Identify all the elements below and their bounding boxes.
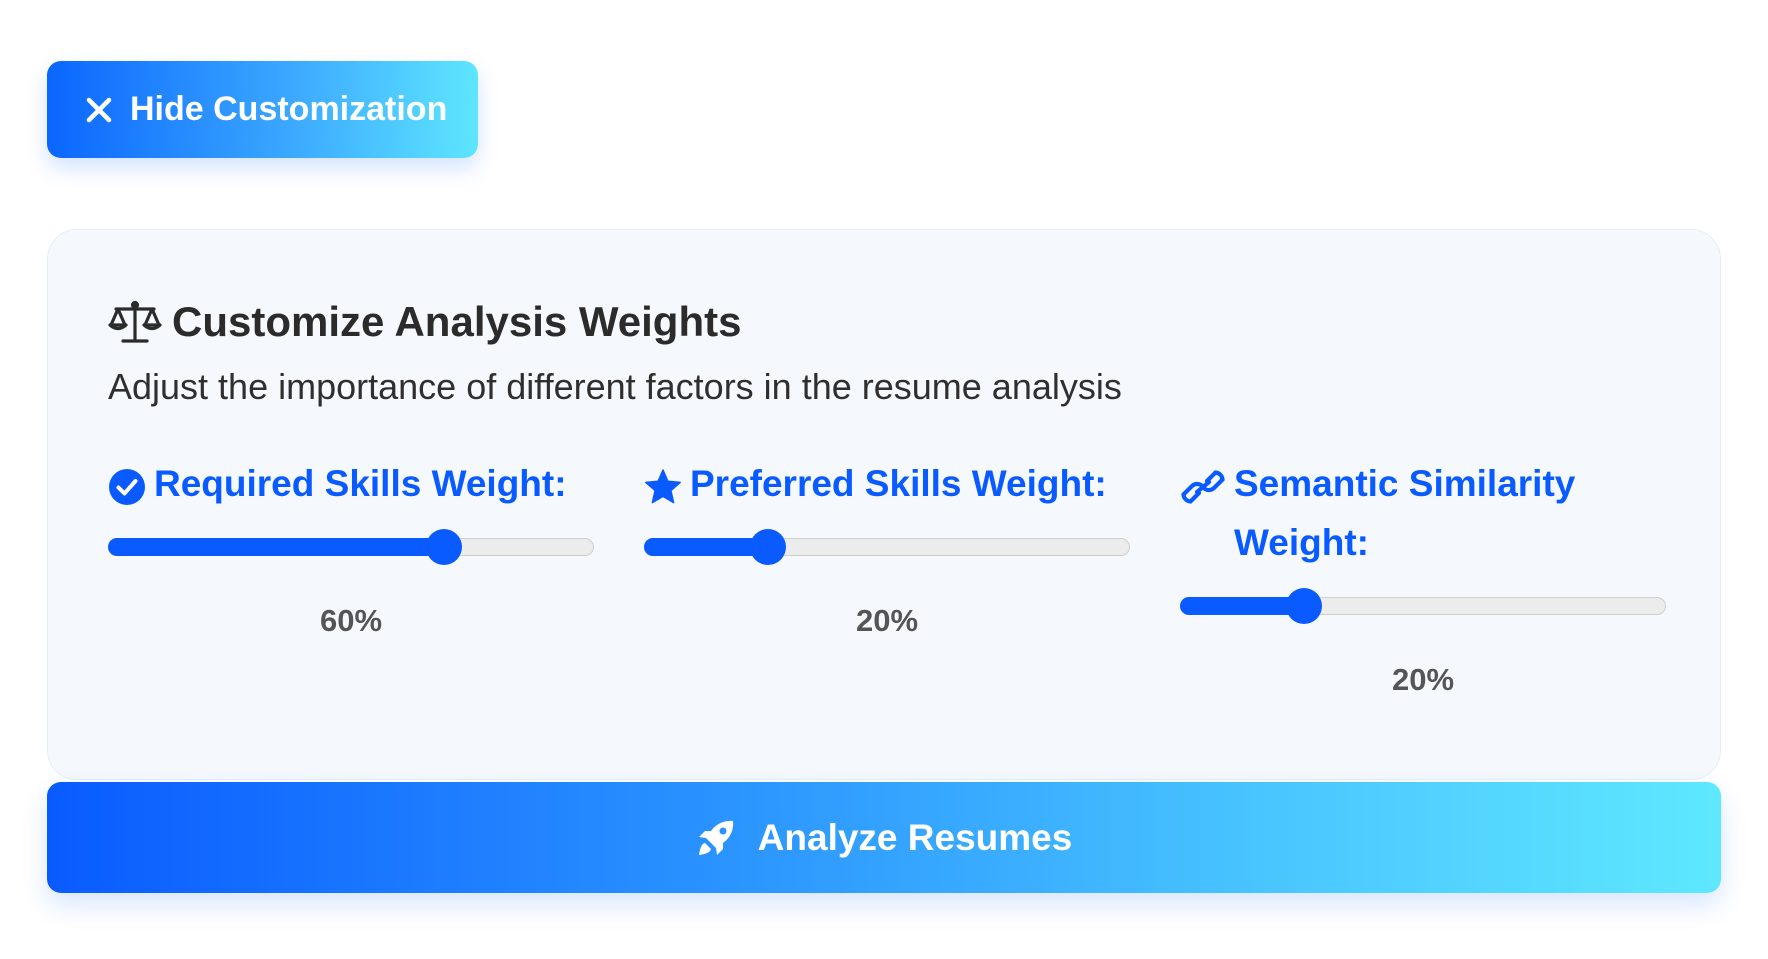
- slider-thumb[interactable]: [425, 529, 462, 565]
- slider-thumb[interactable]: [1285, 588, 1322, 624]
- analyze-resumes-button[interactable]: Analyze Resumes: [47, 782, 1721, 893]
- required-skills-slider[interactable]: [108, 529, 594, 565]
- semantic-similarity-weight: Semantic Similarity Weight: 20%: [1180, 454, 1666, 698]
- preferred-skills-value: 20%: [855, 603, 919, 638]
- preferred-skills-weight: Preferred Skills Weight: 20%: [644, 454, 1130, 639]
- hide-customization-button[interactable]: Hide Customization: [47, 61, 478, 158]
- check-circle-icon: [108, 464, 146, 505]
- hide-customization-label: Hide Customization: [130, 90, 448, 128]
- required-skills-weight: Required Skills Weight: 60%: [108, 454, 594, 639]
- panel-title: Customize Analysis Weights: [108, 298, 741, 346]
- preferred-skills-slider[interactable]: [644, 529, 1130, 565]
- panel-description: Adjust the importance of different facto…: [108, 366, 1122, 407]
- customization-panel: Customize Analysis Weights Adjust the im…: [47, 229, 1721, 780]
- slider-fill: [108, 538, 444, 556]
- semantic-similarity-label-text: Semantic Similarity Weight:: [1234, 463, 1576, 563]
- analyze-resumes-label: Analyze Resumes: [757, 816, 1073, 858]
- required-skills-value: 60%: [319, 603, 383, 638]
- semantic-similarity-label: Semantic Similarity Weight:: [1180, 454, 1666, 572]
- semantic-similarity-slider[interactable]: [1180, 588, 1666, 624]
- required-skills-label-text: Required Skills Weight:: [154, 463, 567, 504]
- scale-icon: [108, 299, 162, 345]
- preferred-skills-label: Preferred Skills Weight:: [644, 454, 1130, 513]
- star-icon: [644, 464, 682, 504]
- link-icon: [1180, 464, 1226, 504]
- close-icon: [85, 96, 113, 124]
- slider-thumb[interactable]: [749, 529, 786, 565]
- preferred-skills-label-text: Preferred Skills Weight:: [690, 463, 1107, 504]
- panel-title-text: Customize Analysis Weights: [172, 298, 742, 345]
- semantic-similarity-value: 20%: [1391, 662, 1455, 697]
- page: Hide Customization Customize Analysis We…: [0, 0, 1768, 959]
- rocket-icon: [696, 818, 736, 858]
- required-skills-label: Required Skills Weight:: [108, 454, 594, 513]
